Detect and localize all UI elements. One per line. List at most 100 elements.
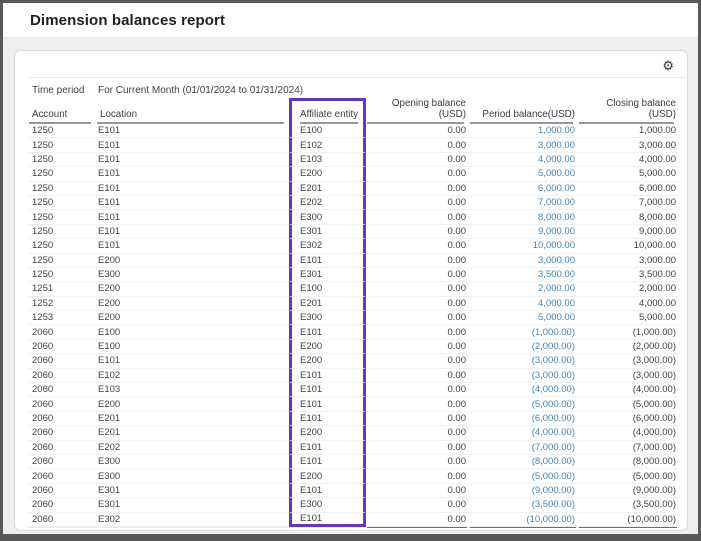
table-row: 2060E300E2000.00(5,000.00)(5,000.00)	[28, 469, 679, 483]
cell-account: 2060	[28, 397, 96, 411]
cell-location: E200	[96, 297, 289, 311]
cell-period-balance-link[interactable]: (5,000.00)	[469, 397, 578, 411]
cell-closing-balance: (3,000.00)	[578, 354, 679, 368]
cell-period-balance-link[interactable]: 8,000.00	[469, 210, 578, 224]
table-row: 2060E100E1010.00(1,000.00)(1,000.00)	[28, 325, 679, 339]
column-header-opening-balance: Opening balance (USD)	[366, 98, 469, 124]
cell-closing-balance: 7,000.00	[578, 196, 679, 210]
cell-account: 2060	[28, 513, 96, 527]
cell-affiliate-entity: E201	[289, 182, 366, 196]
cell-affiliate-entity: E202	[289, 196, 366, 210]
report-table-area: Time period For Current Month (01/01/202…	[15, 78, 687, 531]
cell-period-balance-link[interactable]: 3,000.00	[469, 138, 578, 152]
cell-opening-balance: 0.00	[366, 397, 469, 411]
cell-period-balance-link[interactable]: (1,000.00)	[469, 325, 578, 339]
grand-total-opening-balance: 0.00	[366, 527, 469, 531]
table-row: 2060E103E1010.00(4,000.00)(4,000.00)	[28, 383, 679, 397]
cell-affiliate-entity: E101	[289, 369, 366, 383]
cell-opening-balance: 0.00	[366, 498, 469, 512]
cell-period-balance-link[interactable]: (7,000.00)	[469, 441, 578, 455]
cell-affiliate-entity: E101	[289, 412, 366, 426]
cell-period-balance-link[interactable]: 3,000.00	[469, 254, 578, 268]
cell-location: E300	[96, 469, 289, 483]
grand-total-period-balance: 0.00	[469, 527, 578, 531]
cell-location: E101	[96, 196, 289, 210]
cell-account: 1251	[28, 282, 96, 296]
cell-period-balance-link[interactable]: (2,000.00)	[469, 340, 578, 354]
cell-opening-balance: 0.00	[366, 254, 469, 268]
cell-period-balance-link[interactable]: 1,000.00	[469, 124, 578, 138]
cell-affiliate-entity: E302	[289, 239, 366, 253]
cell-account: 2060	[28, 325, 96, 339]
cell-opening-balance: 0.00	[366, 340, 469, 354]
cell-opening-balance: 0.00	[366, 268, 469, 282]
cell-location: E100	[96, 325, 289, 339]
cell-period-balance-link[interactable]: (8,000.00)	[469, 455, 578, 469]
cell-location: E103	[96, 383, 289, 397]
cell-location: E102	[96, 369, 289, 383]
cell-period-balance-link[interactable]: 7,000.00	[469, 196, 578, 210]
cell-period-balance-link[interactable]: 10,000.00	[469, 239, 578, 253]
cell-affiliate-entity: E101	[289, 383, 366, 397]
cell-location: E101	[96, 153, 289, 167]
cell-location: E302	[96, 513, 289, 527]
cell-affiliate-entity: E300	[289, 210, 366, 224]
cell-period-balance-link[interactable]: 5,000.00	[469, 311, 578, 325]
cell-location: E200	[96, 254, 289, 268]
cell-affiliate-entity: E101	[289, 441, 366, 455]
cell-period-balance-link[interactable]: 5,000.00	[469, 167, 578, 181]
cell-affiliate-entity: E301	[289, 225, 366, 239]
report-panel: ⚙ Time period For Current Month (01/01/2…	[14, 50, 688, 531]
cell-closing-balance: 8,000.00	[578, 210, 679, 224]
table-row: 2060E101E2000.00(3,000.00)(3,000.00)	[28, 354, 679, 368]
page-header: Dimension balances report	[3, 3, 698, 38]
cell-period-balance-link[interactable]: (3,000.00)	[469, 354, 578, 368]
cell-period-balance-link[interactable]: (6,000.00)	[469, 412, 578, 426]
cell-account: 1250	[28, 254, 96, 268]
cell-period-balance-link[interactable]: (5,000.00)	[469, 469, 578, 483]
cell-period-balance-link[interactable]: (10,000.00)	[469, 513, 578, 527]
cell-affiliate-entity: E300	[289, 311, 366, 325]
cell-opening-balance: 0.00	[366, 441, 469, 455]
table-row: 1250E101E1020.003,000.003,000.00	[28, 138, 679, 152]
cell-location: E101	[96, 182, 289, 196]
settings-gear-icon[interactable]: ⚙	[662, 59, 674, 72]
cell-location: E301	[96, 484, 289, 498]
cell-closing-balance: 10,000.00	[578, 239, 679, 253]
report-table-body: 1250E101E1000.001,000.001,000.001250E101…	[28, 124, 679, 527]
cell-location: E202	[96, 441, 289, 455]
column-header-account: Account	[28, 98, 96, 124]
cell-location: E101	[96, 239, 289, 253]
cell-location: E101	[96, 167, 289, 181]
cell-period-balance-link[interactable]: 3,500.00	[469, 268, 578, 282]
cell-location: E300	[96, 268, 289, 282]
time-period-value: For Current Month (01/01/2024 to 01/31/2…	[96, 85, 303, 96]
table-row: 2060E201E2000.00(4,000.00)(4,000.00)	[28, 426, 679, 440]
table-row: 2060E302E1010.00(10,000.00)(10,000.00)	[28, 513, 679, 527]
cell-period-balance-link[interactable]: (3,500.00)	[469, 498, 578, 512]
cell-period-balance-link[interactable]: 4,000.00	[469, 153, 578, 167]
cell-period-balance-link[interactable]: 2,000.00	[469, 282, 578, 296]
cell-period-balance-link[interactable]: (4,000.00)	[469, 383, 578, 397]
cell-closing-balance: 3,500.00	[578, 268, 679, 282]
table-row: 2060E301E1010.00(9,000.00)(9,000.00)	[28, 484, 679, 498]
cell-affiliate-entity: E301	[289, 268, 366, 282]
page-body: ⚙ Time period For Current Month (01/01/2…	[3, 38, 698, 531]
cell-opening-balance: 0.00	[366, 124, 469, 138]
cell-opening-balance: 0.00	[366, 282, 469, 296]
cell-closing-balance: 3,000.00	[578, 138, 679, 152]
cell-period-balance-link[interactable]: (9,000.00)	[469, 484, 578, 498]
cell-opening-balance: 0.00	[366, 239, 469, 253]
cell-account: 2060	[28, 354, 96, 368]
cell-period-balance-link[interactable]: (3,000.00)	[469, 369, 578, 383]
cell-location: E101	[96, 210, 289, 224]
cell-affiliate-entity: E101	[289, 254, 366, 268]
column-header-row: Account Location Affiliate entity Openin…	[28, 98, 679, 124]
cell-account: 2060	[28, 340, 96, 354]
cell-period-balance-link[interactable]: 9,000.00	[469, 225, 578, 239]
cell-period-balance-link[interactable]: (4,000.00)	[469, 426, 578, 440]
cell-location: E300	[96, 455, 289, 469]
cell-opening-balance: 0.00	[366, 182, 469, 196]
cell-period-balance-link[interactable]: 4,000.00	[469, 297, 578, 311]
cell-period-balance-link[interactable]: 6,000.00	[469, 182, 578, 196]
